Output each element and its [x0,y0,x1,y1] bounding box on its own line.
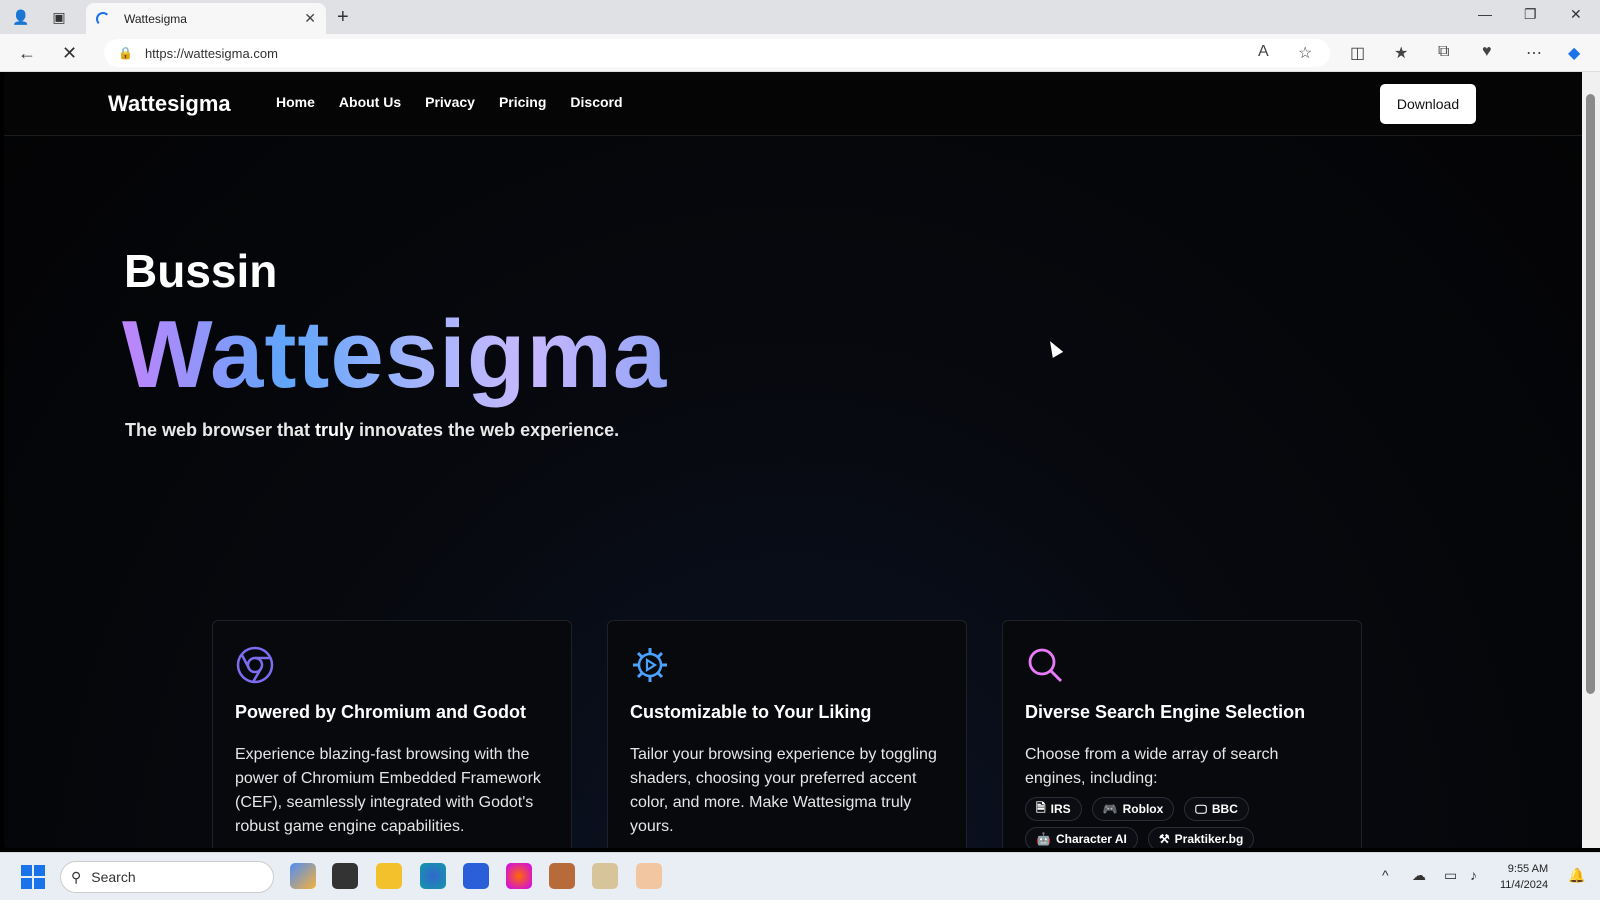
engine-label: BBC [1211,802,1238,816]
download-button[interactable]: Download [1380,84,1476,124]
site-header: Wattesigma Home About Us Privacy Pricing… [4,72,1582,136]
hero-sub-emphasis: truly [315,420,355,440]
hero-title: Wattesigma [122,301,668,408]
address-toolbar: ← ✕ 🔒 https://wattesigma.com A ☆ ◫ ★ ⧉ ♥… [0,34,1600,72]
nav-pricing[interactable]: Pricing [499,94,546,110]
monitor-icon: 🖵 [1195,801,1207,816]
engine-chip-roblox[interactable]: 🎮 Roblox [1091,797,1175,821]
scrollbar-thumb[interactable] [1586,94,1595,694]
new-tab-icon[interactable]: + [337,6,349,29]
nav-privacy[interactable]: Privacy [425,94,475,110]
gamepad-icon: 🎮 [1102,802,1118,816]
search-icon: ⚲ [71,868,82,885]
taskbar-search[interactable]: ⚲ Search [60,861,274,893]
profile-icon[interactable]: 👤 [10,6,32,28]
firefox-app-icon[interactable] [506,863,532,889]
minimize-icon[interactable]: — [1478,6,1492,22]
edge-app-icon[interactable] [420,863,446,889]
copilot-app-icon[interactable] [290,863,316,889]
site-nav: Home About Us Privacy Pricing Discord [276,94,623,110]
tray-overflow-icon[interactable]: ^ [1382,867,1389,883]
nav-discord[interactable]: Discord [570,94,622,110]
taskbar-search-placeholder: Search [91,869,136,885]
nav-about-us[interactable]: About Us [339,94,401,110]
engine-chip-irs[interactable]: 🗎 IRS [1025,797,1082,821]
collections-icon[interactable]: ⧉ [1438,43,1449,61]
system-clock[interactable]: 9:55 AM 11/4/2024 [1500,861,1548,893]
clock-time: 9:55 AM [1507,863,1549,875]
onedrive-icon[interactable]: ☁ [1412,867,1426,884]
feature-title: Customizable to Your Liking [630,702,872,722]
feature-description: Tailor your browsing experience by toggl… [630,746,937,835]
browser-tab[interactable]: Wattesigma ✕ [86,3,326,34]
app-icon[interactable] [549,863,575,889]
engine-chip-praktiker[interactable]: ⚒ Praktiker.bg [1147,827,1255,848]
robot-icon: 🤖 [1036,832,1051,846]
feature-title: Powered by Chromium and Godot [235,702,527,722]
hero-sub-part: innovates the web experience. [354,420,620,440]
feature-title: Diverse Search Engine Selection [1025,702,1306,722]
store-app-icon[interactable] [463,863,489,889]
engine-label: Character AI [1055,832,1127,846]
browser-tab-strip: 👤 ▣ Wattesigma ✕ + — ❐ ✕ [0,0,1600,34]
mouse-cursor [1044,338,1064,358]
file-explorer-icon[interactable] [376,863,402,889]
search-icon [1028,648,1063,683]
more-options-icon[interactable]: ⋯ [1526,43,1542,63]
notifications-icon[interactable]: 🔔 [1568,867,1585,884]
address-bar[interactable]: 🔒 https://wattesigma.com [104,39,1330,67]
document-icon: 🗎 [1036,800,1046,815]
engine-label: Praktiker.bg [1174,832,1244,846]
loading-spinner-icon [96,11,110,26]
volume-icon[interactable]: ♪ [1470,867,1477,883]
tab-title: Wattesigma [124,11,187,26]
engine-label: Roblox [1122,802,1164,816]
engine-label: IRS [1050,802,1071,816]
nav-home[interactable]: Home [276,94,315,110]
network-icon[interactable]: ▭ [1444,867,1457,884]
start-button-icon[interactable] [21,865,45,889]
gear-icon [633,648,667,682]
feature-description: Choose from a wide array of search engin… [1025,746,1279,787]
site-logo[interactable]: Wattesigma [108,91,231,117]
restore-icon[interactable]: ❐ [1524,6,1537,23]
lock-icon[interactable]: 🔒 [118,46,133,60]
engine-chip-character-ai[interactable]: 🤖 Character AI [1025,827,1138,848]
feature-description: Experience blazing-fast browsing with th… [235,746,541,835]
read-aloud-icon[interactable]: A [1258,43,1269,61]
hammer-icon: ⚒ [1158,832,1170,846]
windows-taskbar: ⚲ Search ^ ☁ ▭ ♪ 9:55 AM 11/4/2024 🔔 [0,852,1600,900]
url-text[interactable]: https://wattesigma.com [145,46,278,61]
hero-eyebrow: Bussin [124,245,278,297]
feature-card-chromium: Powered by Chromium and Godot Experience… [212,620,572,848]
chromium-icon [236,646,274,684]
page-scrollbar[interactable] [1582,72,1600,848]
app-icon[interactable] [592,863,618,889]
extensions-icon[interactable]: ♥ [1482,43,1492,61]
hero-subtitle: The web browser that truly innovates the… [125,420,619,441]
tab-actions-icon[interactable]: ▣ [48,6,70,28]
feature-card-search-engines: Diverse Search Engine Selection Choose f… [1002,620,1362,848]
engine-chip-bbc[interactable]: 🖵 BBC [1184,797,1249,821]
stop-loading-icon[interactable]: ✕ [62,43,77,64]
close-window-icon[interactable]: ✕ [1570,6,1582,23]
copilot-icon[interactable]: ◆ [1568,43,1580,63]
favorite-star-icon[interactable]: ☆ [1298,43,1312,63]
hero-sub-part: The web browser that [125,420,316,440]
split-screen-icon[interactable]: ◫ [1350,43,1365,63]
web-page: Wattesigma Home About Us Privacy Pricing… [4,72,1582,848]
back-icon[interactable]: ← [18,43,36,64]
media-app-icon[interactable] [636,863,662,889]
clock-date: 11/4/2024 [1500,879,1549,891]
favorites-icon[interactable]: ★ [1394,43,1408,63]
search-engine-list: 🗎 IRS 🎮 Roblox 🖵 BBC 🤖 Character AI ⚒ Praktik… [1025,797,1339,848]
close-tab-icon[interactable]: ✕ [304,10,316,27]
feature-card-customizable: Customizable to Your Liking Tailor your … [607,620,967,848]
terminal-app-icon[interactable] [332,863,358,889]
